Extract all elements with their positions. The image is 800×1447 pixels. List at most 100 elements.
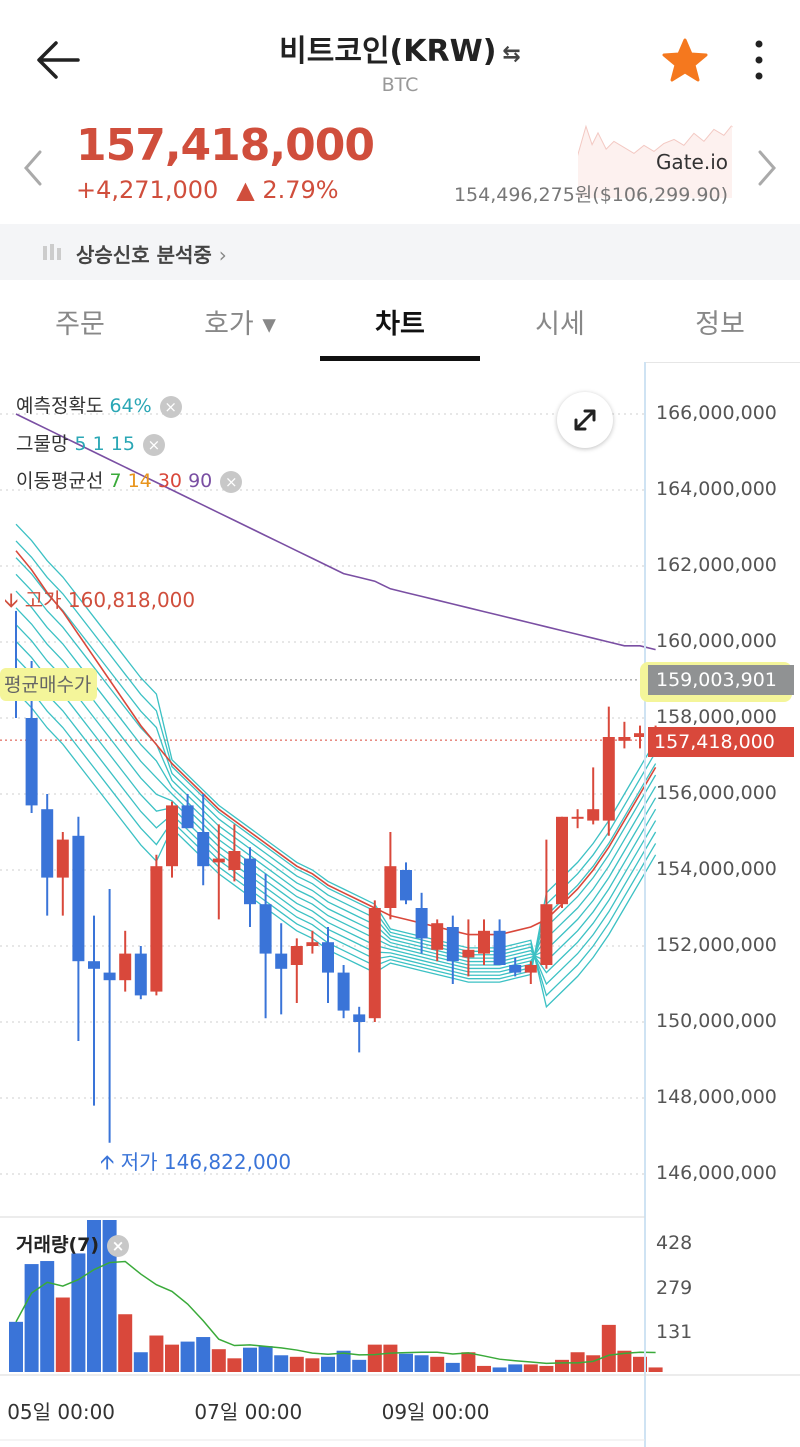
candle-body — [166, 805, 178, 867]
volume-bar — [601, 1324, 616, 1372]
volume-axis-label: 428 — [656, 1232, 693, 1255]
candle-body — [509, 965, 522, 973]
candle — [556, 816, 568, 908]
more-options-icon[interactable] — [748, 38, 770, 82]
candle-body — [244, 858, 256, 905]
reference-price: 154,496,275원($106,299.90) — [453, 184, 728, 206]
candle — [150, 854, 163, 996]
candle-body — [353, 1014, 366, 1022]
volume-bar — [149, 1335, 164, 1372]
close-grid-icon[interactable]: × — [142, 433, 165, 456]
candle-body — [72, 835, 85, 962]
ma-legend: 이동평균선 7 14 30 90 × — [16, 466, 243, 493]
candle — [134, 946, 147, 1000]
candle-body — [150, 866, 163, 992]
volume-bar — [9, 1321, 23, 1372]
swap-currency-icon[interactable]: ⇆ — [502, 42, 520, 67]
arrow-down-icon: 🡫 — [4, 588, 19, 612]
candle-body — [134, 953, 147, 996]
volume-bar — [555, 1359, 569, 1372]
volume-axis-label: 279 — [656, 1276, 693, 1299]
avg-buy-price-tag: 159,003,901 — [648, 665, 794, 695]
prev-coin-chevron-icon[interactable] — [18, 148, 48, 188]
ma7-label: 7 — [109, 470, 122, 492]
ma14-label: 14 — [127, 470, 152, 492]
candle-body — [259, 904, 272, 954]
volume-bar — [508, 1364, 523, 1372]
volume-bar — [648, 1367, 663, 1372]
close-volume-icon[interactable]: × — [107, 1234, 130, 1257]
volume-bar — [24, 1264, 39, 1372]
candle-body — [197, 832, 210, 867]
volume-bar — [586, 1355, 601, 1372]
candle-body — [602, 737, 615, 821]
candle-body — [415, 908, 428, 939]
volume-bar — [289, 1356, 304, 1372]
volume-bar — [539, 1365, 554, 1372]
volume-bar — [477, 1365, 491, 1372]
volume-legend: 거래량(7) × — [16, 1230, 130, 1257]
signal-bars-icon — [43, 244, 61, 260]
candle-body — [618, 737, 631, 741]
current-price: 157,418,000 — [76, 120, 375, 171]
next-coin-chevron-icon[interactable] — [752, 148, 782, 188]
candle-body — [493, 930, 506, 965]
tab-chart[interactable]: 차트 — [320, 302, 480, 341]
volume-bar — [445, 1362, 460, 1372]
volume-bar — [430, 1356, 445, 1372]
candle-body — [337, 972, 350, 1011]
volume-bar — [71, 1253, 86, 1372]
price-axis-label: 152,000,000 — [656, 934, 777, 956]
price-axis-label: 146,000,000 — [656, 1162, 777, 1184]
tab-bar: 주문 호가 ▾ 차트 시세 정보 — [0, 282, 800, 363]
price-axis-label: 164,000,000 — [656, 478, 777, 500]
volume-bar — [352, 1359, 367, 1372]
candle-body — [290, 946, 303, 965]
active-tab-indicator — [320, 356, 480, 361]
time-axis-label: 05일 00:00 — [7, 1400, 116, 1424]
coin-name: 비트코인(KRW) — [279, 34, 497, 69]
grid-legend: 그물망 5 1 15 × — [16, 429, 165, 456]
tab-market[interactable]: 시세 — [480, 302, 640, 341]
avg-buy-label: 평균매수가 — [0, 668, 98, 701]
candle-body — [540, 904, 553, 965]
change-percent: ▲ 2.79% — [236, 176, 339, 204]
volume-bar — [305, 1358, 320, 1372]
volume-bar — [180, 1341, 195, 1372]
candle-body — [384, 866, 397, 908]
candle-body — [368, 908, 381, 1019]
signal-analysis-bar[interactable]: 상승신호 분석중 › — [0, 224, 800, 280]
expand-chart-button[interactable] — [557, 392, 613, 448]
candle-body — [212, 858, 225, 863]
candle-body — [88, 961, 100, 969]
candle — [166, 801, 178, 878]
tab-info[interactable]: 정보 — [640, 302, 800, 341]
price-axis-label: 148,000,000 — [656, 1086, 777, 1108]
price-axis-label: 166,000,000 — [656, 402, 777, 424]
volume-bar — [274, 1355, 289, 1372]
volume-bar — [243, 1347, 257, 1372]
tab-orderbook[interactable]: 호가 ▾ — [160, 302, 320, 341]
volume-bar — [523, 1364, 538, 1372]
time-axis-label: 07일 00:00 — [194, 1400, 303, 1424]
tab-order[interactable]: 주문 — [0, 302, 160, 341]
volume-bar — [367, 1344, 382, 1372]
price-change: +4,271,000 ▲ 2.79% — [76, 176, 339, 204]
volume-bar — [40, 1261, 55, 1372]
candle-body — [431, 923, 444, 950]
candle-body — [478, 930, 490, 954]
arrow-up-icon: 🡩 — [100, 1150, 115, 1174]
volume-bar — [211, 1349, 226, 1372]
ma90-label: 90 — [188, 470, 213, 492]
close-ma-icon[interactable]: × — [220, 470, 243, 493]
price-axis-label: 162,000,000 — [656, 554, 777, 576]
volume-bar — [414, 1355, 429, 1372]
reference-exchange: Gate.io — [655, 150, 728, 174]
accuracy-legend: 예측정확도 64% × — [16, 391, 182, 418]
favorite-star-icon[interactable] — [662, 38, 708, 82]
candle-body — [446, 927, 459, 962]
candle-body — [56, 839, 69, 878]
candle-body — [400, 870, 412, 901]
current-price-tag: 157,418,000 — [648, 727, 794, 757]
close-accuracy-icon[interactable]: × — [159, 395, 182, 418]
